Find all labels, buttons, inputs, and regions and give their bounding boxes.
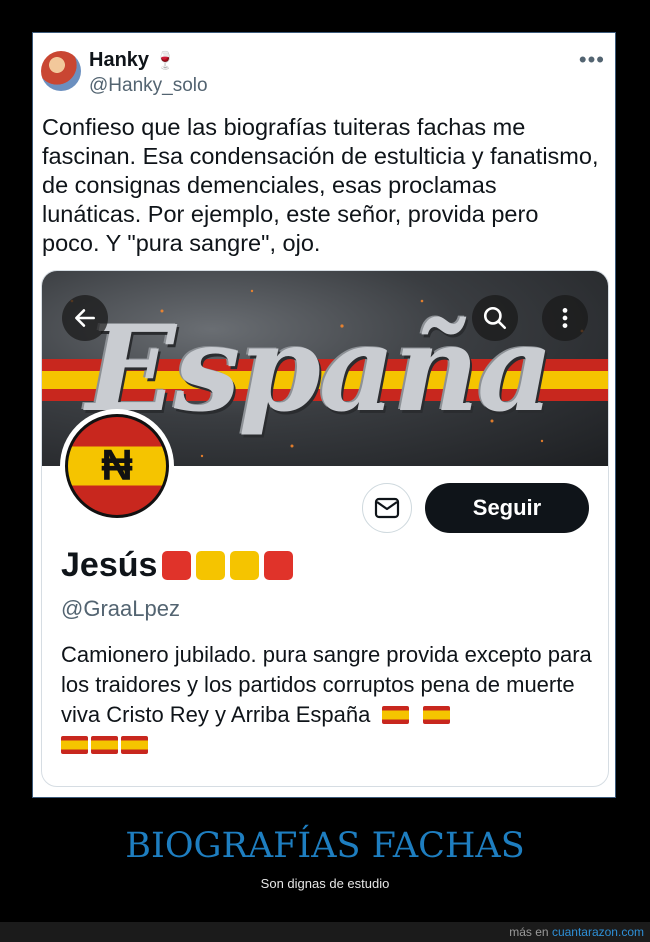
profile-avatar[interactable]: ₦ — [60, 409, 174, 523]
red-square-emoji — [162, 551, 192, 580]
wine-glass-icon: 🍷 — [154, 51, 176, 70]
red-square-emoji — [264, 551, 294, 580]
mail-icon[interactable] — [362, 483, 412, 533]
embedded-profile-screenshot[interactable]: España ₦ Seguir Jesús @GraaLpez Camioner… — [41, 270, 609, 787]
back-arrow-icon[interactable] — [62, 295, 108, 341]
spain-flag-emoji — [121, 736, 148, 754]
profile-bio: Camionero jubilado. pura sangre provida … — [61, 640, 596, 760]
profile-name-text: Jesús — [61, 546, 158, 584]
yellow-square-emoji — [230, 551, 260, 580]
tweet-text: Confieso que las biografías tuiteras fac… — [42, 114, 599, 256]
follow-button[interactable]: Seguir — [425, 483, 589, 533]
tweet-card: Hanky 🍷 @Hanky_solo ••• Confieso que las… — [32, 32, 616, 798]
caption-title: BIOGRAFÍAS FACHAS — [125, 826, 525, 866]
profile-name: Jesús — [61, 546, 294, 585]
author-avatar[interactable] — [41, 51, 81, 91]
falange-flag-avatar: ₦ — [65, 414, 169, 518]
spain-flag-emoji — [422, 706, 450, 724]
footer-bar: más en cuantarazon.com — [0, 922, 650, 942]
author-name-text: Hanky — [89, 49, 150, 71]
search-icon[interactable] — [472, 295, 518, 341]
spain-flag-emoji — [61, 736, 88, 754]
yellow-square-emoji — [196, 551, 226, 580]
author-name[interactable]: Hanky 🍷 — [89, 49, 176, 72]
spain-flag-emoji — [91, 736, 118, 754]
profile-handle: @GraaLpez — [61, 596, 180, 621]
avatar-symbol: ₦ — [101, 441, 133, 490]
more-vertical-icon[interactable] — [542, 295, 588, 341]
caption-subtitle: Son dignas de estudio — [260, 876, 390, 891]
author-handle[interactable]: @Hanky_solo — [89, 75, 208, 97]
more-dots-icon[interactable]: ••• — [579, 47, 605, 73]
profile-bio-text: Camionero jubilado. pura sangre provida … — [61, 642, 592, 727]
footer-site-link[interactable]: cuantarazon.com — [552, 925, 644, 939]
footer-prefix: más en — [509, 925, 549, 939]
spain-flag-emoji — [382, 706, 410, 724]
